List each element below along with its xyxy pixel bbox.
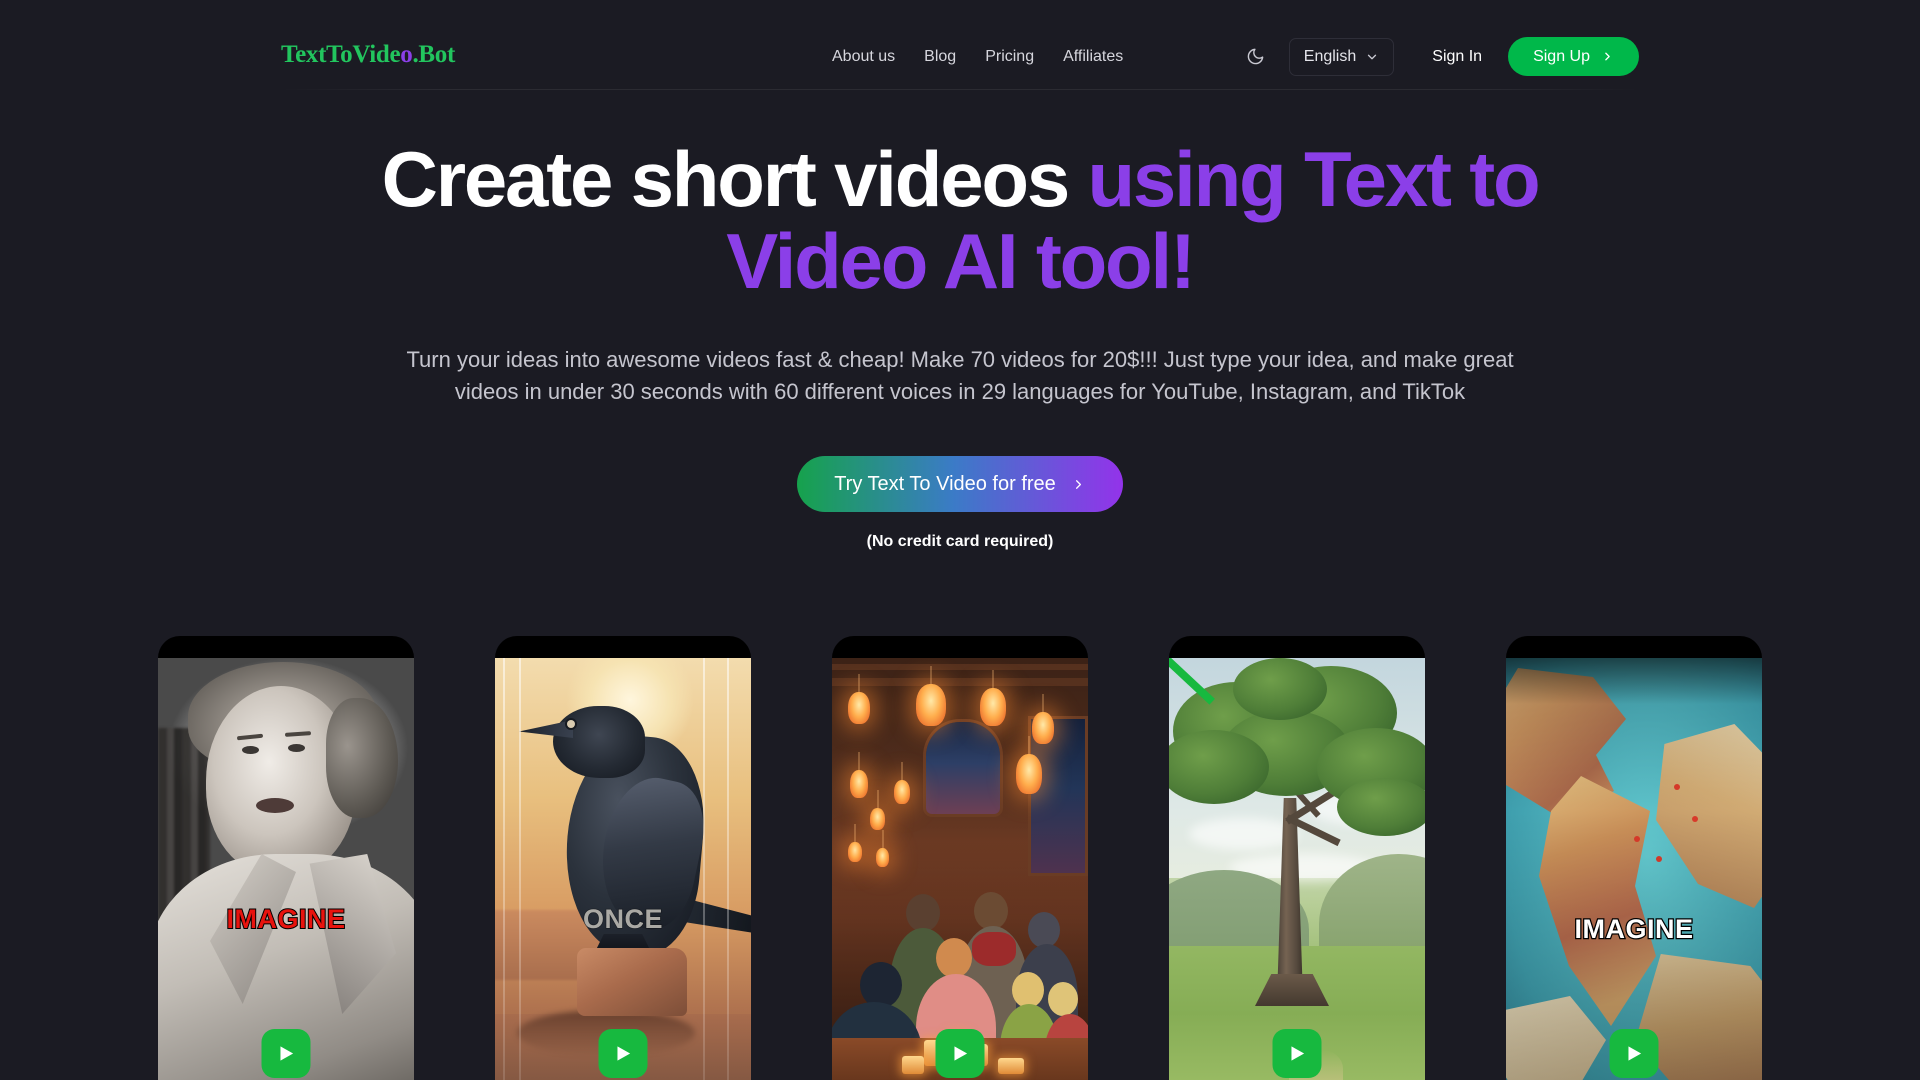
artwork-raven xyxy=(495,658,751,1080)
chevron-right-icon xyxy=(1605,52,1610,61)
video-card-world-map[interactable]: IMAGINE xyxy=(1506,636,1762,1080)
site-logo[interactable]: TextToVideo.Bot xyxy=(281,41,455,73)
artwork-vintage-woman xyxy=(158,658,414,1080)
video-card-vintage-woman[interactable]: IMAGINE xyxy=(158,636,414,1080)
video-caption: IMAGINE xyxy=(225,903,346,935)
nav-item-affiliates[interactable]: Affiliates xyxy=(1063,48,1123,66)
artwork-world-map xyxy=(1506,658,1762,1080)
play-button[interactable] xyxy=(1609,1029,1659,1078)
moon-icon xyxy=(1247,48,1264,65)
artwork-tree xyxy=(1169,658,1425,1080)
video-showcase: IMAGINE ONCE IMAGINE xyxy=(0,636,1920,1080)
hero-subtitle: Turn your ideas into awesome videos fast… xyxy=(406,347,1514,404)
site-header: TextToVideo.Bot About us Blog Pricing Af… xyxy=(0,0,1920,113)
cta-label: Try Text To Video for free xyxy=(834,472,1056,495)
video-thumbnail: ONCE xyxy=(495,658,751,1080)
nav-item-blog[interactable]: Blog xyxy=(924,48,956,66)
logo-accent-o: o xyxy=(400,40,413,68)
video-caption: IMAGINE xyxy=(1573,913,1694,946)
play-icon xyxy=(1291,1046,1305,1061)
artwork-anime-gathering xyxy=(832,658,1088,1080)
video-thumbnail xyxy=(1169,658,1425,1080)
play-icon xyxy=(280,1046,294,1061)
video-thumbnail: IMAGINE xyxy=(158,658,414,1080)
hero-section: Create short videos using Text to Video … xyxy=(0,138,1920,551)
video-caption: ONCE xyxy=(582,903,663,935)
chevron-right-icon xyxy=(1075,479,1081,489)
video-thumbnail xyxy=(832,658,1088,1080)
video-card-tree[interactable] xyxy=(1169,636,1425,1080)
play-button[interactable] xyxy=(598,1029,648,1078)
chevron-down-icon xyxy=(1368,54,1377,59)
language-select[interactable]: English xyxy=(1288,37,1395,76)
hero-title-white: Create short videos xyxy=(381,135,1088,223)
video-card-raven[interactable]: ONCE xyxy=(495,636,751,1080)
play-button[interactable] xyxy=(1272,1029,1322,1078)
sign-up-button[interactable]: Sign Up xyxy=(1508,37,1639,76)
nav-item-about-us[interactable]: About us xyxy=(832,48,895,66)
header-actions: English Sign In Sign Up xyxy=(1237,0,1639,113)
language-value: English xyxy=(1303,47,1357,65)
hero-cta-group: Try Text To Video for free (No credit ca… xyxy=(0,456,1920,551)
play-button[interactable] xyxy=(261,1029,311,1078)
play-icon xyxy=(1628,1046,1642,1061)
no-credit-card-note: (No credit card required) xyxy=(866,533,1054,550)
logo-prefix: TextToVide xyxy=(281,40,401,68)
sign-in-link[interactable]: Sign In xyxy=(1432,48,1482,66)
nav-item-pricing[interactable]: Pricing xyxy=(985,48,1034,66)
landing-page: TextToVideo.Bot About us Blog Pricing Af… xyxy=(0,0,1920,1080)
page-title: Create short videos using Text to Video … xyxy=(335,138,1585,302)
play-icon xyxy=(617,1046,631,1061)
logo-suffix: .Bot xyxy=(412,40,456,68)
video-card-anime-gathering[interactable] xyxy=(832,636,1088,1080)
play-button[interactable] xyxy=(935,1029,985,1078)
video-thumbnail: IMAGINE xyxy=(1506,658,1762,1080)
play-icon xyxy=(954,1046,968,1061)
main-nav: About us Blog Pricing Affiliates xyxy=(832,0,1123,113)
try-for-free-button[interactable]: Try Text To Video for free xyxy=(797,456,1123,512)
header-divider xyxy=(281,89,1639,90)
theme-toggle-button[interactable] xyxy=(1237,38,1275,76)
sign-up-label: Sign Up xyxy=(1533,47,1590,65)
